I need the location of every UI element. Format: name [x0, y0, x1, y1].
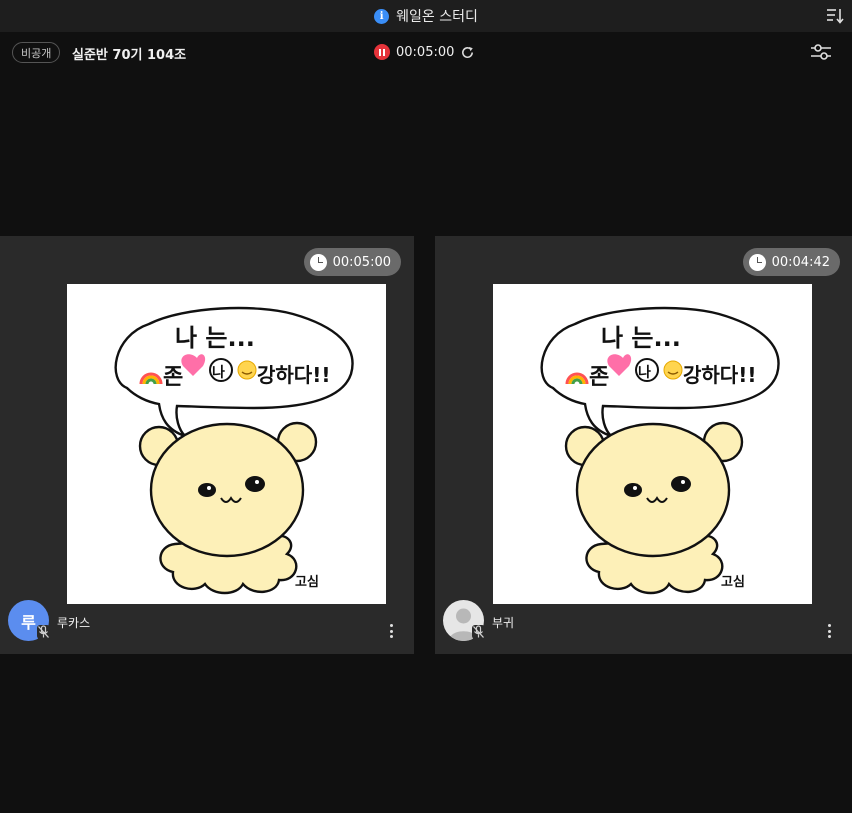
app-window: i 웨일온 스터디 비공개 실준반 70기 104조 00:05:00 00:0… [0, 0, 852, 813]
drawing-text-line1: 나 는... [175, 324, 255, 352]
participant-timer: 00:04:42 [742, 248, 840, 276]
refresh-icon[interactable] [460, 45, 475, 60]
settings-icon[interactable] [810, 42, 832, 62]
participant-name: 부귀 [492, 616, 515, 630]
drawing-text-line2-end: 강하다!! [683, 363, 756, 387]
room-timer-text: 00:05:00 [396, 44, 455, 60]
sort-icon[interactable] [826, 7, 844, 25]
participant-video: 나 는... 존 나 강하다!! 고심 [493, 284, 812, 604]
participant-name: 루카스 [57, 616, 91, 630]
mic-off-icon [37, 625, 50, 639]
title-wrap: i 웨일온 스터디 [374, 6, 478, 26]
clock-icon [309, 253, 327, 271]
participant-timer: 00:05:00 [303, 248, 401, 276]
drawing-text-line2: 존 [163, 365, 183, 390]
bear-drawing: 나 는... 존 나 강하다!! 고심 [540, 306, 780, 595]
drawing-text-line2-end: 강하다!! [257, 363, 330, 387]
drawing-text-line1: 나 는... [601, 324, 681, 352]
participant-tile[interactable]: 00:05:00 나 는... 존 나 강하다!! 고심 루 루카스 [0, 236, 414, 654]
room-timer: 00:05:00 [374, 44, 475, 60]
drawing-circled-text: 나 [212, 365, 225, 381]
pause-icon[interactable] [374, 44, 390, 60]
info-icon[interactable]: i [374, 8, 390, 24]
room-header: 비공개 실준반 70기 104조 00:05:00 [0, 32, 852, 74]
drawing-signature: 고심 [295, 574, 319, 590]
visibility-badge: 비공개 [12, 42, 61, 63]
participant-timer-text: 00:04:42 [771, 254, 830, 270]
participant-timer-text: 00:05:00 [332, 254, 391, 270]
title-bar: i 웨일온 스터디 [0, 0, 852, 32]
app-title: 웨일온 스터디 [396, 9, 478, 25]
more-options-icon[interactable] [390, 624, 394, 638]
participant-video: 나 는... 존 나 강하다!! 고심 [67, 284, 386, 604]
drawing-text-line2: 존 [589, 365, 609, 390]
drawing-signature: 고심 [721, 574, 745, 590]
mic-off-icon [472, 625, 485, 639]
participant-tile[interactable]: 00:04:42 나 는... 존 나 강하다!! 고심 부귀 [435, 236, 852, 654]
more-options-icon[interactable] [828, 624, 832, 638]
drawing-circled-text: 나 [638, 365, 651, 381]
bear-drawing: 나 는... 존 나 강하다!! 고심 [114, 306, 354, 595]
room-name: 실준반 70기 104조 [72, 48, 187, 63]
clock-icon [748, 253, 766, 271]
